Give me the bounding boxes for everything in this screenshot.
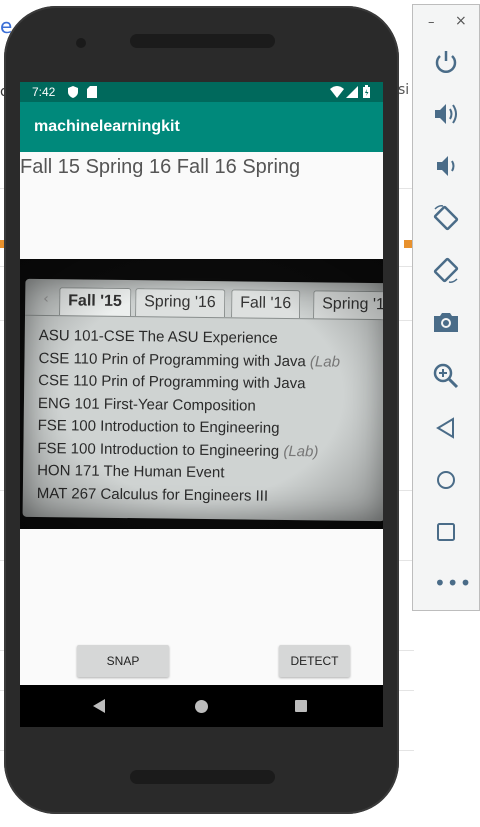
chevron-left-icon: ‹ <box>43 291 49 308</box>
status-time: 7:42 <box>32 85 56 99</box>
recent-apps-icon[interactable] <box>295 700 307 712</box>
front-camera <box>76 38 86 48</box>
battery-icon <box>363 85 370 98</box>
photo-document: ‹ Fall '15 Spring '16 Fall '16 Spring '1… <box>22 278 383 522</box>
photo-tab: Fall '16 <box>231 289 301 319</box>
more-options-icon[interactable]: ••• <box>434 571 472 595</box>
back-icon[interactable] <box>93 699 105 713</box>
photo-tab: Fall '15 <box>59 287 131 317</box>
bottom-speaker-grille <box>130 770 275 784</box>
photo-course-list: ASU 101-CSE The ASU Experience CSE 110 P… <box>37 325 383 509</box>
photo-tab: Spring '1 <box>313 290 383 320</box>
captured-photo: ‹ Fall '15 Spring '16 Fall '16 Spring '1… <box>20 259 383 529</box>
status-bar: 7:42 <box>20 82 383 102</box>
home-icon[interactable] <box>431 465 461 495</box>
top-speaker-grille <box>130 34 275 48</box>
volume-up-icon[interactable] <box>431 99 461 129</box>
minimize-button[interactable]: – <box>428 15 435 30</box>
home-icon[interactable] <box>195 700 208 713</box>
detected-text-output: Fall 15 Spring 16 Fall 16 Spring <box>20 156 301 178</box>
close-button[interactable]: × <box>455 13 467 29</box>
snap-button[interactable]: SNAP <box>77 645 169 677</box>
shield-icon <box>68 86 78 98</box>
camera-icon[interactable] <box>431 307 461 337</box>
phone-screen: 7:42 machinelearningkit Fall 15 Spring 1… <box>20 82 383 727</box>
app-title: machinelearningkit <box>34 118 180 135</box>
detect-button[interactable]: DETECT <box>279 645 350 677</box>
app-bar: machinelearningkit <box>20 102 383 152</box>
photo-tab-strip: ‹ Fall '15 Spring '16 Fall '16 Spring '1 <box>39 285 383 320</box>
background-accent <box>404 240 412 248</box>
signal-icon <box>346 86 358 98</box>
volume-down-icon[interactable] <box>431 151 461 181</box>
back-icon[interactable] <box>431 413 461 443</box>
zoom-in-icon[interactable] <box>431 361 461 391</box>
rotate-right-icon[interactable] <box>431 255 461 285</box>
power-icon[interactable] <box>431 47 461 77</box>
navigation-bar <box>20 685 383 727</box>
emulator-toolbar: – × ••• <box>412 4 480 611</box>
wifi-icon <box>330 86 344 98</box>
background-text-fragment-right: si <box>398 82 410 98</box>
photo-tab: Spring '16 <box>135 288 225 318</box>
photo-course-line: MAT 267 Calculus for Engineers III <box>36 484 269 505</box>
rotate-left-icon[interactable] <box>431 203 461 233</box>
overview-icon[interactable] <box>431 517 461 547</box>
sd-card-icon <box>87 86 97 98</box>
